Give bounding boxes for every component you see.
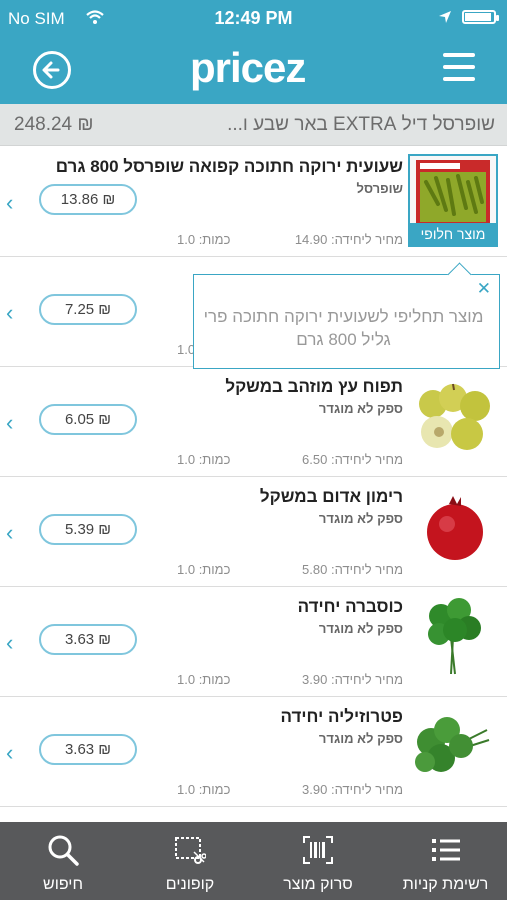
product-name: כוסברה יחידה <box>297 597 403 616</box>
tab-label: רשימת קניות <box>402 876 489 893</box>
battery-icon <box>462 10 499 24</box>
barcode-icon <box>303 836 333 864</box>
coriander-image <box>428 598 481 675</box>
product-name: פטרוזיליה יחידה <box>280 707 403 726</box>
product-brand: ספק לא מוגדר <box>318 731 403 746</box>
product-brand: ספק לא מוגדר <box>318 511 403 526</box>
status-bar: No SIM 12:49 PM <box>0 0 507 36</box>
chevron-left-icon[interactable]: ‹ <box>6 740 13 766</box>
status-time: 12:49 PM <box>214 8 293 28</box>
bottom-tab-bar: רשימת קניות סרוק מוצר קופונים חיפוש <box>0 822 507 900</box>
chevron-left-icon[interactable]: ‹ <box>6 520 13 546</box>
unit-price: מחיר ליחידה: 3.90 <box>302 782 403 797</box>
golden-apples-image <box>419 383 490 450</box>
tab-label: סרוק מוצר <box>283 876 353 893</box>
tab-coupons[interactable]: קופונים <box>130 822 250 900</box>
tab-shopping-list[interactable]: רשימת קניות <box>384 822 507 900</box>
price-button[interactable]: 6.05 ₪ <box>39 404 137 435</box>
chevron-left-icon[interactable]: ‹ <box>6 300 13 326</box>
store-bar[interactable]: שופרסל דיל EXTRA באר שבע ו... 248.24 ₪ <box>0 104 507 146</box>
cart-total: 248.24 ₪ <box>14 114 94 135</box>
quantity: כמות: 1.0 <box>177 782 231 797</box>
unit-price: מחיר ליחידה: 5.80 <box>302 562 403 577</box>
product-name: רימון אדום במשקל <box>259 487 403 506</box>
price-button[interactable]: 13.86 ₪ <box>39 184 137 215</box>
arrow-left-icon <box>42 61 60 79</box>
price-button[interactable]: 5.39 ₪ <box>39 514 137 545</box>
product-name: שעועית ירוקה חתוכה קפואה שופרסל 800 גרם <box>55 157 403 176</box>
frozen-beans-package-icon <box>416 160 490 224</box>
product-name: תפוח עץ מוזהב במשקל <box>225 377 403 396</box>
unit-price: מחיר ליחידה: 6.50 <box>302 452 403 467</box>
tab-label: חיפוש <box>43 876 83 893</box>
list-item[interactable]: תפוח עץ מוזהב במשקל ספק לא מוגדר מחיר לי… <box>0 366 507 477</box>
chevron-left-icon[interactable]: ‹ <box>6 190 13 216</box>
quantity: כמות: 1.0 <box>177 672 231 687</box>
list-item[interactable]: רימון אדום במשקל ספק לא מוגדר מחיר ליחיד… <box>0 476 507 587</box>
quantity: כמות: 1.0 <box>177 562 231 577</box>
app-header: pricez <box>0 36 507 104</box>
unit-price: מחיר ליחידה: 3.90 <box>302 672 403 687</box>
price-button[interactable]: 3.63 ₪ <box>39 624 137 655</box>
list-item[interactable]: פטרוזיליה יחידה ספק לא מוגדר מחיר ליחידה… <box>0 696 507 807</box>
tooltip-text: מוצר תחליפי לשעועית ירוקה חתוכה פרי גליל… <box>203 307 484 349</box>
app-logo: pricez <box>190 44 306 91</box>
quantity: כמות: 1.0 <box>177 452 231 467</box>
location-arrow-icon <box>439 11 451 23</box>
price-button[interactable]: 3.63 ₪ <box>39 734 137 765</box>
back-button[interactable] <box>33 51 71 89</box>
list-icon <box>431 839 460 861</box>
chevron-left-icon[interactable]: ‹ <box>6 630 13 656</box>
product-brand: ספק לא מוגדר <box>318 621 403 636</box>
parsley-image <box>415 717 490 772</box>
alternative-product-tooltip: ✕ מוצר תחליפי לשעועית ירוקה חתוכה פרי גל… <box>193 262 500 369</box>
hamburger-icon <box>443 53 475 57</box>
search-icon <box>48 835 79 866</box>
list-item[interactable]: כוסברה יחידה ספק לא מוגדר מחיר ליחידה: 3… <box>0 586 507 697</box>
pomegranate-image <box>427 496 483 560</box>
coupon-scissors-icon <box>175 837 206 864</box>
quantity: כמות: 1.0 <box>177 232 231 247</box>
tab-label: קופונים <box>165 876 215 893</box>
tab-scan-product[interactable]: סרוק מוצר <box>258 822 378 900</box>
list-item[interactable]: מוצר חלופי שעועית ירוקה חתוכה קפואה שופר… <box>0 146 507 257</box>
store-name: שופרסל דיל EXTRA באר שבע ו... <box>227 114 495 135</box>
price-button[interactable]: 7.25 ₪ <box>39 294 137 325</box>
product-brand: שופרסל <box>356 181 403 196</box>
tab-search[interactable]: חיפוש <box>10 822 116 900</box>
product-list[interactable]: מוצר חלופי שעועית ירוקה חתוכה קפואה שופר… <box>0 146 507 822</box>
product-brand: ספק לא מוגדר <box>318 401 403 416</box>
chevron-left-icon[interactable]: ‹ <box>6 410 13 436</box>
menu-button[interactable] <box>443 53 475 81</box>
product-image[interactable]: מוצר חלופי <box>408 154 498 247</box>
close-icon[interactable]: ✕ <box>477 279 491 299</box>
alternative-product-badge: מוצר חלופי <box>410 223 496 245</box>
unit-price: מחיר ליחידה: 14.90 <box>294 232 403 247</box>
